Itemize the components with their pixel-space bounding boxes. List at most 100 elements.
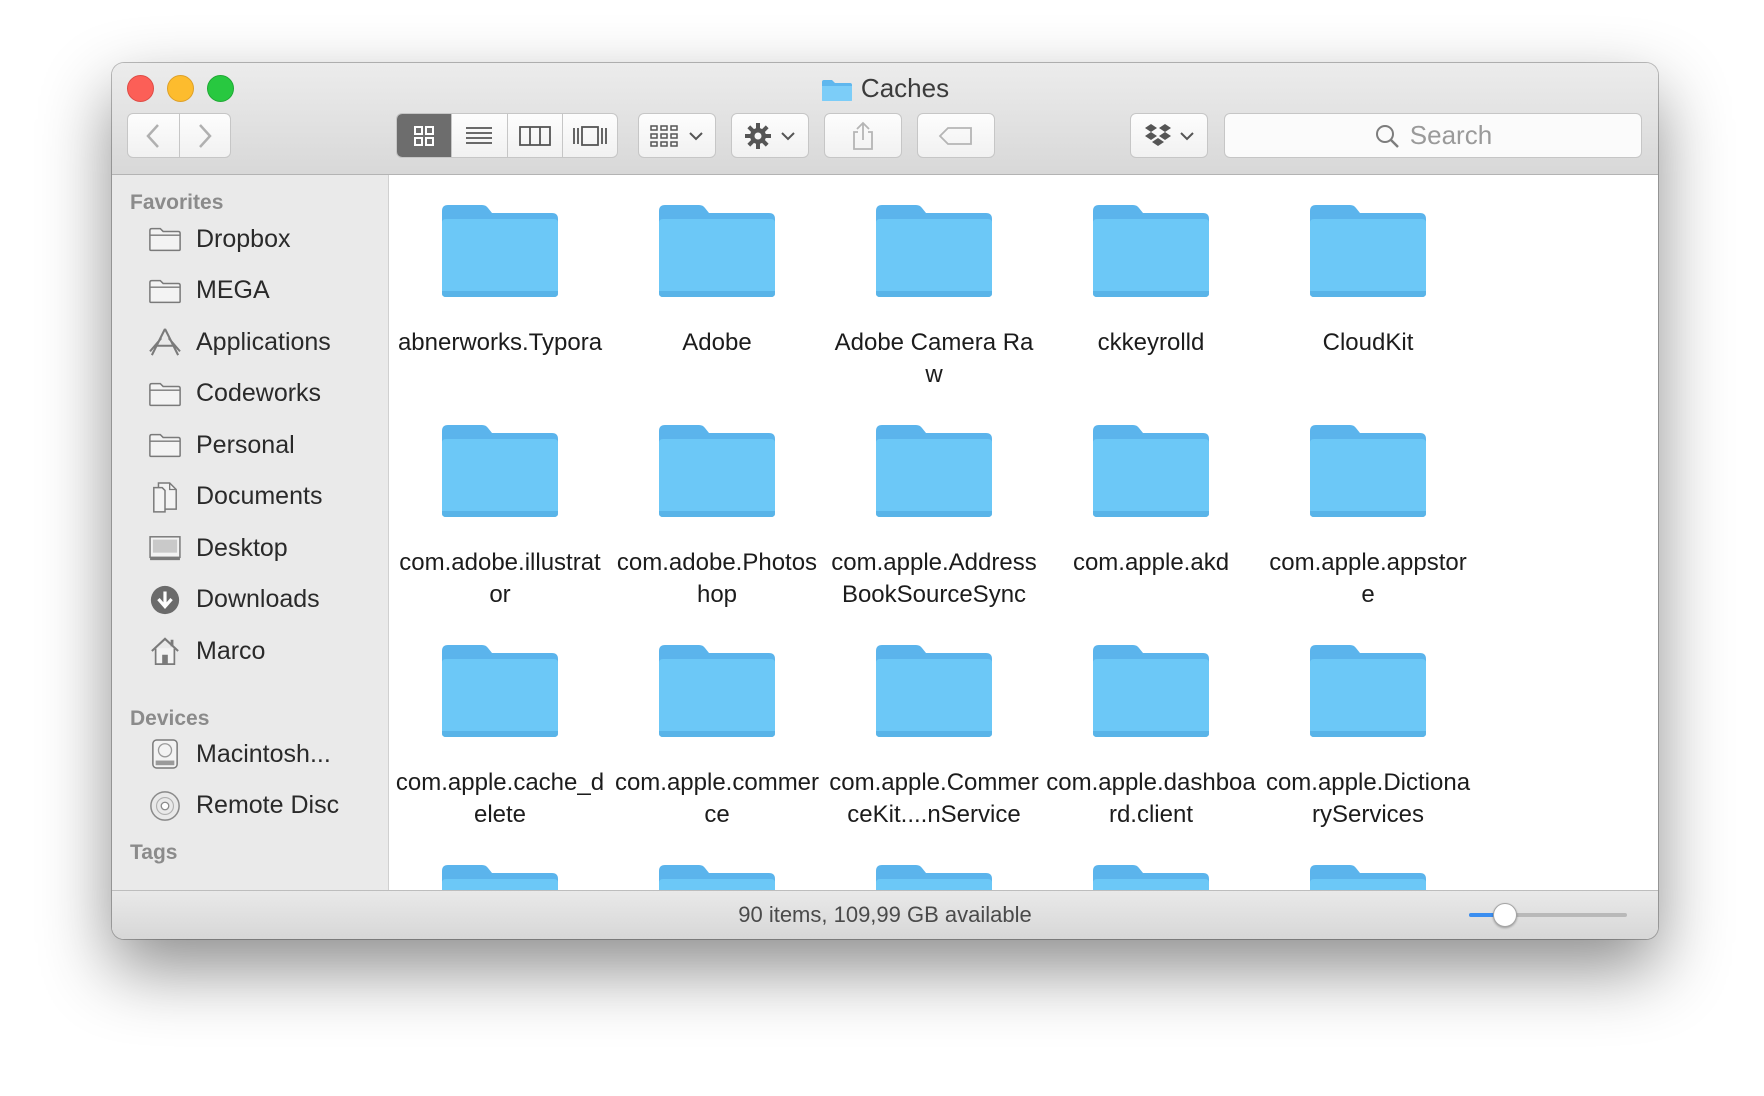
folder-item[interactable]: com.apple.DictionaryServices: [1263, 641, 1473, 831]
folder-item-partial[interactable]: [612, 861, 822, 891]
icon-size-slider[interactable]: [1469, 903, 1627, 927]
list-view-icon: [466, 126, 493, 144]
folder-icon: [438, 201, 562, 301]
folder-item-partial[interactable]: [1263, 861, 1473, 891]
folder-name: com.apple.CommerceKit....nService: [829, 769, 1039, 828]
chevron-left-icon: [146, 123, 160, 148]
file-grid: abnerworks.Typora Adobe Adobe Camera Raw ck…: [389, 175, 1658, 891]
folder-icon: [821, 80, 852, 102]
share-button[interactable]: [824, 113, 902, 158]
folder-name: com.apple.AddressBookSourceSync: [831, 549, 1037, 608]
folder-icon: [146, 222, 184, 256]
folder-item[interactable]: com.adobe.illustrator: [395, 421, 605, 611]
folder-item-partial[interactable]: [1046, 861, 1256, 891]
window-title: Caches: [112, 73, 1658, 103]
folder-icon: [438, 861, 562, 891]
back-forward-group: [127, 113, 231, 158]
folder-item[interactable]: com.apple.commerce: [612, 641, 822, 831]
folder-item[interactable]: com.apple.CommerceKit....nService: [829, 641, 1039, 831]
folder-name: com.apple.cache_delete: [395, 769, 605, 828]
folder-name: Adobe Camera Raw: [834, 329, 1034, 388]
sidebar-item-macintosh[interactable]: Macintosh...: [146, 733, 382, 775]
folder-icon: [146, 428, 184, 462]
folder-item[interactable]: com.apple.appstore: [1263, 421, 1473, 611]
documents-icon: [146, 480, 184, 514]
folder-icon: [872, 861, 996, 891]
sidebar-item-personal[interactable]: Personal: [146, 424, 382, 466]
column-view-icon: [518, 125, 551, 146]
folder-icon: [146, 274, 184, 308]
folder-icon: [872, 201, 996, 301]
folder-item[interactable]: com.adobe.Photoshop: [612, 421, 822, 611]
folder-icon: [872, 641, 996, 741]
search-placeholder: Search: [1409, 120, 1493, 150]
applications-icon: [146, 325, 184, 359]
sidebar-item-marco[interactable]: Marco: [146, 630, 382, 672]
folder-item[interactable]: com.apple.dashboard.client: [1046, 641, 1256, 831]
forward-button[interactable]: [178, 114, 231, 157]
folder-item-partial[interactable]: [829, 861, 1039, 891]
sidebar-item-mega[interactable]: MEGA: [146, 270, 382, 312]
column-view-button[interactable]: [506, 114, 562, 157]
folder-item[interactable]: Adobe Camera Raw: [829, 201, 1039, 391]
folder-item[interactable]: com.apple.AddressBookSourceSync: [829, 421, 1039, 611]
back-button[interactable]: [128, 114, 179, 157]
folder-icon: [1089, 201, 1213, 301]
folder-icon: [1089, 421, 1213, 521]
chevron-right-icon: [198, 123, 212, 148]
folder-icon: [655, 201, 779, 301]
folder-icon: [1089, 641, 1213, 741]
action-button[interactable]: [731, 113, 809, 158]
hard-drive-icon: [146, 737, 184, 771]
sidebar-item-desktop[interactable]: Desktop: [146, 527, 382, 569]
folder-item-partial[interactable]: [395, 861, 605, 891]
folder-icon: [146, 377, 184, 411]
folder-icon: [655, 641, 779, 741]
arrange-grid-icon: [650, 124, 678, 147]
sidebar-item-dropbox[interactable]: Dropbox: [146, 218, 382, 260]
sidebar-item-label: Downloads: [196, 585, 320, 613]
folder-item[interactable]: CloudKit: [1263, 201, 1473, 359]
sidebar-item-documents[interactable]: Documents: [146, 476, 382, 518]
tags-heading: Tags: [130, 841, 178, 864]
folder-item[interactable]: abnerworks.Typora: [395, 201, 605, 359]
tag-button[interactable]: [917, 113, 995, 158]
list-view-button[interactable]: [451, 114, 506, 157]
folder-item[interactable]: ckkeyrolld: [1046, 201, 1256, 359]
cover-flow-icon: [572, 125, 607, 146]
sidebar-item-label: Marco: [196, 636, 266, 665]
arrange-button[interactable]: [638, 113, 716, 158]
tag-icon: [938, 126, 972, 145]
gear-icon: [745, 122, 771, 149]
folder-item[interactable]: com.apple.akd: [1046, 421, 1256, 579]
folder-icon: [438, 421, 562, 521]
sidebar-item-label: Macintosh...: [196, 739, 331, 768]
desktop-icon: [146, 531, 184, 565]
folder-icon: [655, 861, 779, 891]
search-field[interactable]: Search: [1224, 113, 1642, 158]
sidebar-item-remote-disc[interactable]: Remote Disc: [146, 785, 382, 827]
sidebar: Favorites Dropbox MEGA Applications Codework…: [112, 175, 389, 891]
status-bar: 90 items, 109,99 GB available: [112, 890, 1658, 939]
toolbar: Caches Search: [112, 63, 1658, 175]
folder-item[interactable]: com.apple.cache_delete: [395, 641, 605, 831]
dropbox-icon: [1145, 123, 1171, 146]
icon-view-button[interactable]: [397, 114, 452, 157]
sidebar-item-label: Documents: [196, 482, 323, 510]
sidebar-item-label: Desktop: [196, 533, 288, 562]
chevron-down-icon: [689, 131, 703, 140]
folder-name: abnerworks.Typora: [397, 329, 603, 356]
slider-knob[interactable]: [1492, 903, 1517, 927]
sidebar-item-downloads[interactable]: Downloads: [146, 579, 382, 621]
download-icon: [146, 583, 184, 617]
dropbox-button[interactable]: [1130, 113, 1208, 158]
finder-window: Caches Search Favorites Dropbox MEGA App…: [112, 63, 1658, 939]
sidebar-item-applications[interactable]: Applications: [146, 321, 382, 363]
chevron-down-icon: [1180, 131, 1194, 140]
folder-name: CloudKit: [1322, 329, 1414, 356]
sidebar-item-codeworks[interactable]: Codeworks: [146, 373, 382, 415]
folder-item[interactable]: Adobe: [612, 201, 822, 359]
cover-flow-button[interactable]: [561, 114, 617, 157]
chevron-down-icon: [781, 131, 795, 140]
folder-icon: [1306, 421, 1430, 521]
